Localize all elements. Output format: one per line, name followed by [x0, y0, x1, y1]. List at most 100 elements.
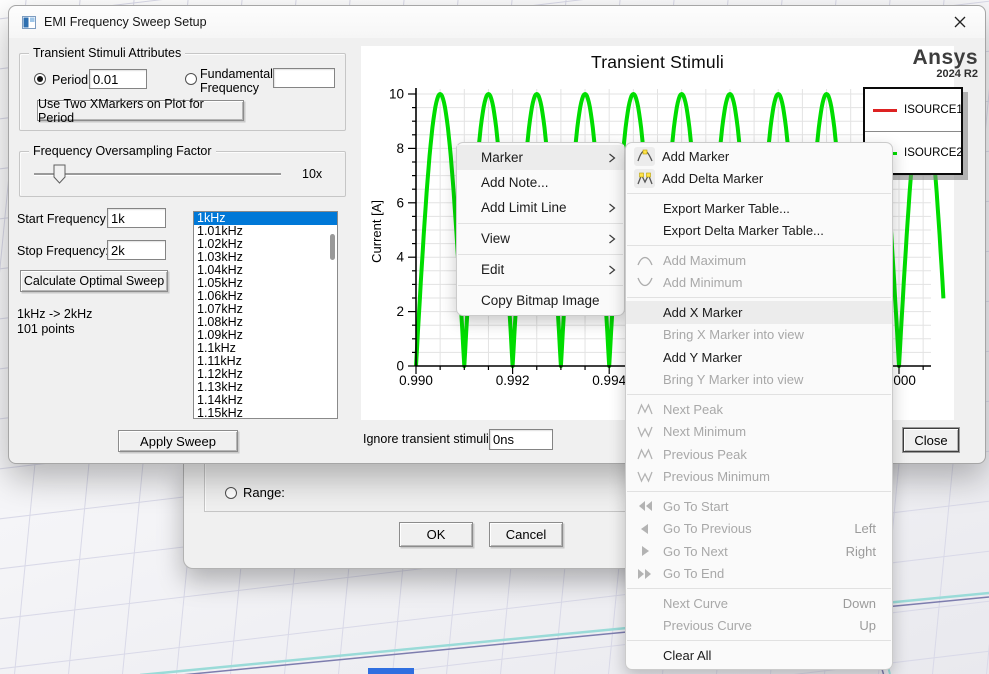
submenu-item-add-maximum[interactable]: Add Maximum	[626, 249, 892, 272]
ok-button[interactable]: OK	[399, 522, 473, 547]
isource1-line-swatch	[873, 109, 897, 112]
close-icon[interactable]	[945, 9, 975, 35]
plot-context-menu: Marker Add Note... Add Limit Line View E…	[456, 142, 625, 316]
svg-text:0.990: 0.990	[399, 373, 433, 388]
submenu-item-add-y-marker[interactable]: Add Y Marker	[626, 346, 892, 369]
range-label: Range:	[243, 486, 285, 500]
frequency-list: 1kHz 1.01kHz 1.02kHz 1.03kHz 1.04kHz 1.0…	[193, 211, 338, 419]
menu-separator	[627, 245, 891, 246]
next-minimum-icon	[634, 425, 656, 439]
plot-title: Transient Stimuli	[361, 52, 954, 73]
marker-submenu: Add Marker Add Delta Marker Export Marke…	[625, 142, 893, 670]
svg-text:0.994: 0.994	[592, 373, 626, 388]
next-peak-icon	[634, 402, 656, 416]
submenu-item-go-to-next[interactable]: Go To Next Right	[626, 540, 892, 563]
menu-separator	[458, 285, 623, 286]
close-button[interactable]: Close	[903, 428, 959, 452]
application-window: Range: OK Cancel EMI Frequency Sweep Set…	[0, 0, 989, 674]
list-item[interactable]: 1.15kHz	[194, 407, 337, 419]
add-minimum-icon	[634, 276, 656, 290]
list-scrollbar[interactable]	[330, 234, 335, 260]
add-marker-icon	[634, 147, 655, 166]
go-to-next-icon	[634, 544, 656, 558]
svg-text:0: 0	[396, 359, 404, 374]
add-maximum-icon	[634, 253, 656, 267]
go-to-previous-icon	[634, 522, 656, 536]
submenu-item-add-marker[interactable]: Add Marker	[626, 145, 892, 168]
start-frequency-input[interactable]	[107, 208, 166, 228]
menu-separator	[627, 193, 891, 194]
svg-text:0.992: 0.992	[496, 373, 530, 388]
submenu-item-bring-x-marker-into-view[interactable]: Bring X Marker into view	[626, 324, 892, 347]
menu-separator	[627, 588, 891, 589]
titlebar: EMI Frequency Sweep Setup	[9, 6, 985, 38]
apply-sweep-button[interactable]: Apply Sweep	[118, 430, 238, 452]
ignore-transient-input[interactable]	[489, 429, 553, 450]
submenu-item-previous-peak[interactable]: Previous Peak	[626, 443, 892, 466]
submenu-item-bring-y-marker-into-view[interactable]: Bring Y Marker into view	[626, 369, 892, 392]
calculate-optimal-sweep-button[interactable]: Calculate Optimal Sweep	[20, 270, 168, 292]
sweep-range-text: 1kHz -> 2kHz	[17, 307, 92, 321]
submenu-item-next-minimum[interactable]: Next Minimum	[626, 421, 892, 444]
oversampling-slider-track[interactable]	[34, 173, 281, 175]
period-radio[interactable]	[34, 73, 46, 85]
oversampling-slider-handle[interactable]	[53, 164, 66, 184]
period-input[interactable]	[89, 69, 147, 89]
submenu-item-go-to-previous[interactable]: Go To Previous Left	[626, 518, 892, 541]
menu-separator	[627, 297, 891, 298]
sweep-points-text: 101 points	[17, 322, 75, 336]
go-to-start-icon	[634, 499, 656, 513]
submenu-item-go-to-end[interactable]: Go To End	[626, 563, 892, 586]
start-frequency-label: Start Frequency:	[17, 212, 109, 226]
menu-separator	[458, 223, 623, 224]
oversampling-factor-value: 10x	[302, 167, 322, 181]
menu-item-copy-bitmap-image[interactable]: Copy Bitmap Image	[457, 288, 624, 313]
menu-item-view[interactable]: View	[457, 226, 624, 251]
attributes-group-title: Transient Stimuli Attributes	[29, 46, 185, 60]
menu-item-add-limit-line[interactable]: Add Limit Line	[457, 195, 624, 220]
fundamental-label: Fundamental Frequency	[200, 67, 276, 95]
submenu-item-add-delta-marker[interactable]: Add Delta Marker	[626, 168, 892, 191]
submenu-item-export-marker-table[interactable]: Export Marker Table...	[626, 197, 892, 220]
submenu-item-add-x-marker[interactable]: Add X Marker	[626, 301, 892, 324]
window-title: EMI Frequency Sweep Setup	[44, 15, 207, 29]
menu-item-add-note[interactable]: Add Note...	[457, 170, 624, 195]
submenu-item-clear-all[interactable]: Clear All	[626, 644, 892, 667]
go-to-end-icon	[634, 567, 656, 581]
submenu-chevron-icon	[608, 265, 616, 275]
submenu-chevron-icon	[608, 153, 616, 163]
submenu-item-export-delta-marker-table[interactable]: Export Delta Marker Table...	[626, 220, 892, 243]
stop-frequency-label: Stop Frequency:	[17, 244, 109, 258]
submenu-item-previous-curve[interactable]: Previous Curve Up	[626, 615, 892, 638]
submenu-chevron-icon	[608, 203, 616, 213]
menu-separator	[627, 640, 891, 641]
submenu-item-add-minimum[interactable]: Add Minimum	[626, 272, 892, 295]
menu-separator	[627, 491, 891, 492]
submenu-item-next-peak[interactable]: Next Peak	[626, 398, 892, 421]
stop-frequency-input[interactable]	[107, 240, 166, 260]
use-xmarkers-button[interactable]: Use Two XMarkers on Plot for Period	[37, 100, 244, 121]
legend-entry-isource1[interactable]: ISOURCE1	[865, 89, 961, 131]
svg-text:8: 8	[396, 141, 404, 156]
svg-text:2: 2	[396, 304, 404, 319]
svg-text:6: 6	[396, 195, 404, 210]
add-delta-marker-icon	[634, 169, 655, 188]
range-radio[interactable]	[225, 487, 237, 499]
fundamental-input[interactable]	[273, 68, 335, 88]
fundamental-radio[interactable]	[185, 73, 197, 85]
y-axis-label: Current [A]	[369, 164, 384, 298]
submenu-item-previous-minimum[interactable]: Previous Minimum	[626, 466, 892, 489]
menu-separator	[627, 394, 891, 395]
submenu-item-next-curve[interactable]: Next Curve Down	[626, 592, 892, 615]
submenu-item-go-to-start[interactable]: Go To Start	[626, 495, 892, 518]
cancel-button[interactable]: Cancel	[489, 522, 563, 547]
previous-minimum-icon	[634, 470, 656, 484]
menu-item-edit[interactable]: Edit	[457, 257, 624, 282]
app-icon	[22, 16, 36, 29]
ansys-brand: Ansys 2024 R2	[881, 47, 978, 80]
oversampling-group-title: Frequency Oversampling Factor	[29, 144, 216, 158]
period-label: Period	[52, 73, 88, 87]
svg-text:10: 10	[389, 87, 404, 102]
menu-item-marker[interactable]: Marker	[457, 145, 624, 170]
menu-separator	[458, 254, 623, 255]
